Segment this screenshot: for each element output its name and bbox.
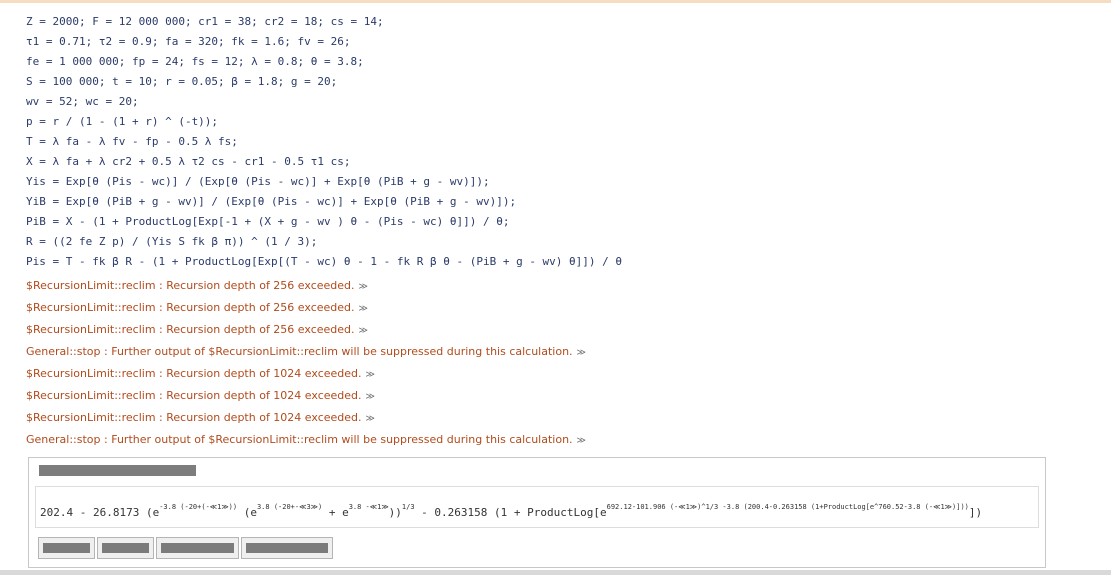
more-info-icon[interactable]: ≫ (359, 326, 368, 336)
expr-part: (e (237, 506, 257, 519)
notebook-window: { "notebook": { "input_lines": [ "Z = 20… (0, 0, 1111, 575)
message-line: $RecursionLimit::reclim : Recursion dept… (26, 411, 375, 426)
message-line: $RecursionLimit::reclim : Recursion dept… (26, 367, 375, 382)
input-line[interactable]: X = λ fa + λ cr2 + 0.5 λ τ2 cs - cr1 - 0… (26, 152, 1086, 172)
expr-part: ]) (968, 506, 983, 519)
button-label-bar (161, 543, 234, 553)
more-info-icon[interactable]: ≫ (359, 282, 368, 292)
output-cell: 202.4 - 26.8173 (e-3.8 (-20+(-≪1≫)) (e3.… (28, 457, 1046, 568)
message-text: $RecursionLimit::reclim : Recursion dept… (26, 367, 362, 380)
input-line[interactable]: R = ((2 fe Z p) / (Yis S fk β π)) ^ (1 /… (26, 232, 1086, 252)
input-line[interactable]: S = 100 000; t = 10; r = 0.05; β = 1.8; … (26, 72, 1086, 92)
message-text: $RecursionLimit::reclim : Recursion dept… (26, 279, 355, 292)
message-line: $RecursionLimit::reclim : Recursion dept… (26, 279, 368, 294)
message-line: General::stop : Further output of $Recur… (26, 433, 586, 448)
expr-superscript: 1/3 (401, 503, 415, 511)
message-text: $RecursionLimit::reclim : Recursion dept… (26, 411, 362, 424)
expr-superscript: -3.8 (-20+(-≪1≫)) (159, 503, 238, 511)
show-more-button[interactable] (97, 537, 154, 559)
more-info-icon[interactable]: ≫ (359, 304, 368, 314)
message-line: $RecursionLimit::reclim : Recursion dept… (26, 323, 368, 338)
output-header-bar (39, 465, 196, 476)
input-line[interactable]: fe = 1 000 000; fp = 24; fs = 12; λ = 0.… (26, 52, 1086, 72)
message-line: $RecursionLimit::reclim : Recursion dept… (26, 389, 375, 404)
set-size-limit-button[interactable] (241, 537, 333, 559)
expr-part: 202.4 - 26.8173 (e (40, 506, 160, 519)
input-line[interactable]: PiB = X - (1 + ProductLog[Exp[-1 + (X + … (26, 212, 1086, 232)
input-cell[interactable]: Z = 2000; F = 12 000 000; cr1 = 38; cr2 … (26, 12, 1086, 272)
input-line[interactable]: wv = 52; wc = 20; (26, 92, 1086, 112)
message-line: $RecursionLimit::reclim : Recursion dept… (26, 301, 368, 316)
message-text: $RecursionLimit::reclim : Recursion dept… (26, 389, 362, 402)
input-line[interactable]: p = r / (1 - (1 + r) ^ (-t)); (26, 112, 1086, 132)
message-text: $RecursionLimit::reclim : Recursion dept… (26, 323, 355, 336)
message-text: General::stop : Further output of $Recur… (26, 345, 573, 358)
message-text: $RecursionLimit::reclim : Recursion dept… (26, 301, 355, 314)
more-info-icon[interactable]: ≫ (366, 414, 375, 424)
input-line[interactable]: Yis = Exp[θ (Pis - wc)] / (Exp[θ (Pis - … (26, 172, 1086, 192)
expr-superscript: 692.12-101.906 (-≪1≫)^1/3 -3.8 (200.4-0.… (606, 503, 969, 511)
bottom-scroll-bar[interactable] (0, 570, 1111, 575)
expr-superscript: 3.8 (-20+-≪3≫) (256, 503, 323, 511)
input-line[interactable]: τ1 = 0.71; τ2 = 0.9; fa = 320; fk = 1.6;… (26, 32, 1086, 52)
top-accent-bar (0, 0, 1111, 3)
more-info-icon[interactable]: ≫ (577, 348, 586, 358)
input-line[interactable]: YiB = Exp[θ (PiB + g - wv)] / (Exp[θ (Pi… (26, 192, 1086, 212)
more-info-icon[interactable]: ≫ (366, 392, 375, 402)
expr-superscript: 3.8 -≪1≫ (348, 503, 389, 511)
expr-part: )) (388, 506, 402, 519)
output-expression[interactable]: 202.4 - 26.8173 (e-3.8 (-20+(-≪1≫)) (e3.… (35, 486, 1039, 528)
input-line[interactable]: Pis = T - fk β R - (1 + ProductLog[Exp[(… (26, 252, 1086, 272)
more-info-icon[interactable]: ≫ (577, 436, 586, 446)
button-label-bar (43, 543, 90, 553)
expr-part: - 0.263158 (1 + ProductLog[e (414, 506, 607, 519)
show-full-output-button[interactable] (156, 537, 239, 559)
message-line: General::stop : Further output of $Recur… (26, 345, 586, 360)
button-label-bar (246, 543, 328, 553)
button-label-bar (102, 543, 149, 553)
expr-part: + e (322, 506, 349, 519)
input-line[interactable]: Z = 2000; F = 12 000 000; cr1 = 38; cr2 … (26, 12, 1086, 32)
more-info-icon[interactable]: ≫ (366, 370, 375, 380)
show-less-button[interactable] (38, 537, 95, 559)
message-text: General::stop : Further output of $Recur… (26, 433, 573, 446)
input-line[interactable]: T = λ fa - λ fv - fp - 0.5 λ fs; (26, 132, 1086, 152)
